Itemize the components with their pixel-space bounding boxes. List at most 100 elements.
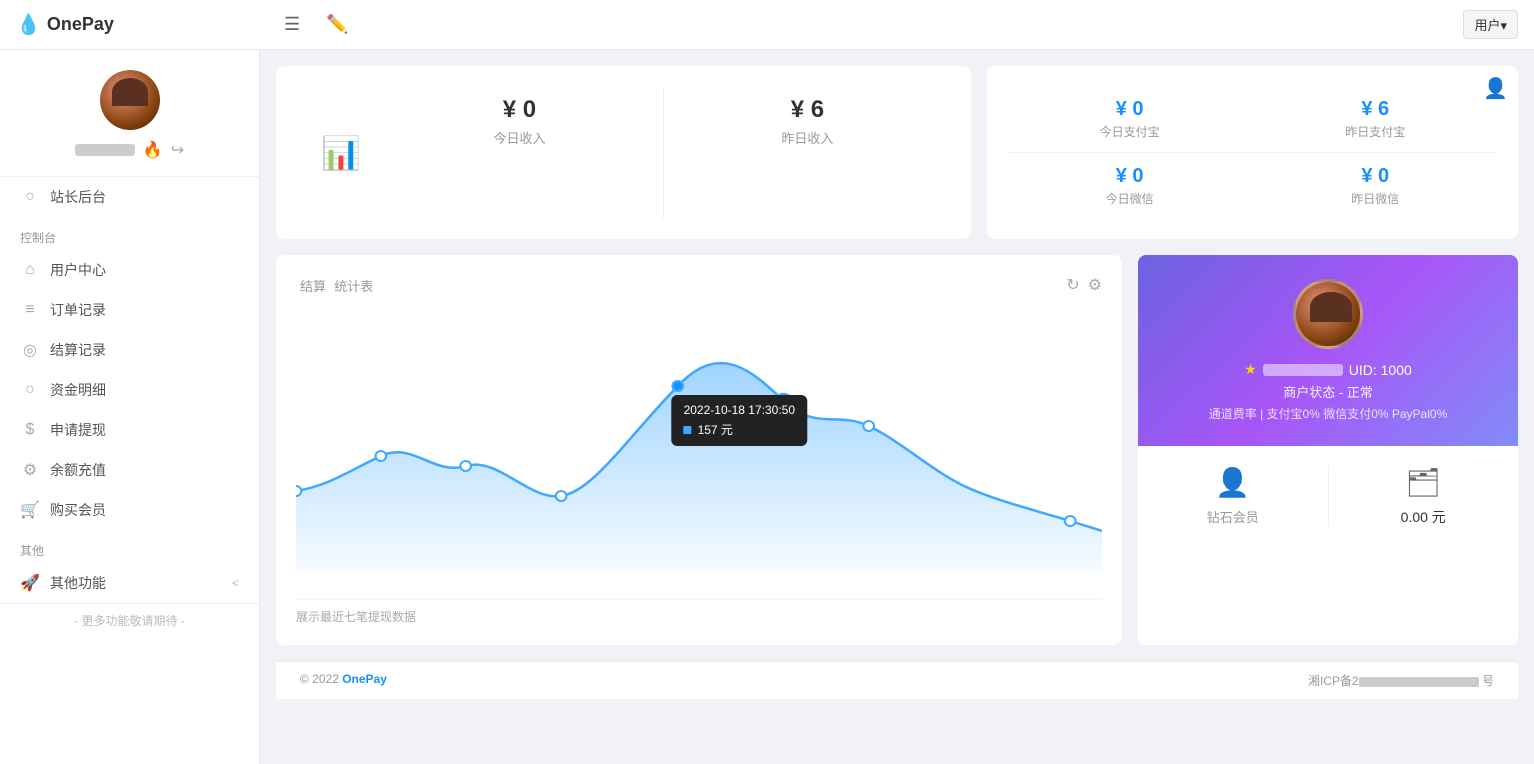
copyright-text: © 2022	[300, 672, 342, 686]
uid-text: UID: 1000	[1349, 362, 1412, 378]
sidebar-item-goumaichuanyuan[interactable]: 🛒 购买会员	[0, 490, 259, 530]
sidebar-item-dingdanjilu[interactable]: ≡ 订单记录	[0, 290, 259, 330]
stats-yesterday-alipay: ¥ 6 昨日支付宝	[1252, 86, 1498, 152]
user-card-body: 👤 钻石会员 🗂 0.00 元	[1138, 446, 1518, 547]
chevron-icon: <	[232, 576, 239, 590]
sidebar-item-label: 余额充值	[50, 460, 106, 480]
sidebar-item-zhanzhanghoutai[interactable]: ○ 站长后台	[0, 177, 259, 217]
today-alipay-label: 今日支付宝	[1019, 123, 1241, 140]
sidebar-section-other: 其他	[0, 530, 259, 563]
star-icon: ★	[1244, 361, 1257, 378]
yesterday-wechat-label: 昨日微信	[1264, 190, 1486, 207]
sidebar-item-label: 申请提现	[50, 420, 106, 440]
home-icon: ○	[20, 188, 40, 206]
chart-title: 结算 统计表	[296, 276, 373, 295]
user-profile-card: ★ UID: 1000 商户状态 - 正常 通道费率 | 支付宝0% 微信支付0…	[1138, 255, 1518, 645]
sidebar-item-qitagongneng[interactable]: 🚀 其他功能 <	[0, 563, 259, 603]
footer-copyright: © 2022 OnePay	[300, 672, 387, 689]
user-icon: ⌂	[20, 261, 40, 279]
sidebar-section-control: 控制台	[0, 217, 259, 250]
membership-icon: 👤	[1215, 466, 1250, 499]
stats-today-wechat: ¥ 0 今日微信	[1007, 153, 1253, 219]
stats-yesterday-income: ¥ 6 昨日收入	[664, 86, 951, 219]
sidebar-item-jiesuanjilu[interactable]: ◎ 结算记录	[0, 330, 259, 370]
stats-yesterday-wechat: ¥ 0 昨日微信	[1252, 153, 1498, 219]
sidebar-item-yonghuzhongxin[interactable]: ⌂ 用户中心	[0, 250, 259, 290]
cart-icon: 🛒	[20, 500, 40, 520]
yesterday-alipay-label: 昨日支付宝	[1264, 123, 1486, 140]
today-income-value: ¥ 0	[386, 96, 653, 124]
sidebar-item-label: 用户中心	[50, 260, 106, 280]
stats-today-income: ¥ 0 今日收入	[376, 86, 664, 219]
sidebar-user: 🔥 ↪	[0, 50, 259, 177]
list-icon: ≡	[20, 301, 40, 319]
settings-button[interactable]: ⚙	[1088, 275, 1102, 295]
sidebar-item-label: 订单记录	[50, 300, 106, 320]
footer: © 2022 OnePay 湘ICP备2 号	[276, 661, 1518, 699]
user-card-name: ★ UID: 1000	[1244, 361, 1412, 378]
chart-header: 结算 统计表 ↻ ⚙	[296, 275, 1102, 295]
chart-container: 2022-10-18 17:30:50 157 元	[296, 311, 1102, 591]
yesterday-income-label: 昨日收入	[674, 128, 941, 147]
sidebar-item-label: 结算记录	[50, 340, 106, 360]
check-icon: ◎	[20, 340, 40, 360]
yesterday-alipay-value: ¥ 6	[1264, 98, 1486, 121]
balance-value: 0.00 元	[1401, 507, 1446, 527]
topbar: 💧 OnePay ☰ ✏️ 用户▾	[0, 0, 1534, 50]
fire-icon[interactable]: 🔥	[143, 140, 163, 160]
chart-actions: ↻ ⚙	[1066, 275, 1102, 295]
user-card-membership: 👤 钻石会员	[1158, 466, 1308, 527]
sidebar-more-label: - 更多功能敬请期待 -	[0, 603, 259, 637]
refresh-button[interactable]: ↻	[1066, 275, 1079, 295]
user-card-avatar	[1293, 279, 1363, 349]
edit-button[interactable]: ✏️	[318, 10, 356, 39]
logo-icon: 💧	[16, 12, 41, 37]
chart-placeholder: 📊	[296, 86, 376, 219]
chart-svg	[296, 311, 1102, 571]
wallet-icon: ⚙	[20, 460, 40, 480]
topbar-right: 用户▾	[1463, 10, 1518, 39]
today-wechat-value: ¥ 0	[1019, 165, 1241, 188]
footer-icp: 湘ICP备2 号	[1308, 672, 1494, 689]
icp-prefix: 湘ICP备2	[1308, 674, 1359, 688]
stats-row: 📊 ¥ 0 今日收入 ¥ 6 昨日收入 👤 ¥ 0 今日支付宝	[276, 66, 1518, 239]
sidebar-item-label: 资金明细	[50, 380, 106, 400]
sidebar-item-zijinmingxi[interactable]: ○ 资金明细	[0, 370, 259, 410]
icp-number-blur	[1359, 677, 1479, 687]
person-icon: 👤	[1483, 76, 1508, 101]
yesterday-wechat-value: ¥ 0	[1264, 165, 1486, 188]
layout: 🔥 ↪ ○ 站长后台 控制台 ⌂ 用户中心 ≡ 订单记录 ◎ 结算记录 ○ 资金…	[0, 50, 1534, 764]
sidebar-item-shengqingticun[interactable]: $ 申请提现	[0, 410, 259, 450]
icp-suffix: 号	[1479, 674, 1494, 688]
logout-icon[interactable]: ↪	[171, 140, 184, 160]
topbar-actions: ☰ ✏️	[276, 10, 357, 39]
user-card-balance: 🗂 0.00 元	[1349, 466, 1499, 527]
sidebar-item-label: 站长后台	[50, 187, 106, 207]
stats-today-alipay: ¥ 0 今日支付宝	[1007, 86, 1253, 152]
user-dropdown[interactable]: 用户▾	[1463, 10, 1518, 39]
user-card-rate: 通道费率 | 支付宝0% 微信支付0% PayPal0%	[1209, 405, 1448, 422]
menu-button[interactable]: ☰	[276, 10, 308, 39]
stats-card-income: 📊 ¥ 0 今日收入 ¥ 6 昨日收入	[276, 66, 971, 239]
user-card-header: ★ UID: 1000 商户状态 - 正常 通道费率 | 支付宝0% 微信支付0…	[1138, 255, 1518, 446]
membership-label: 钻石会员	[1207, 507, 1259, 526]
main-content: 📊 ¥ 0 今日收入 ¥ 6 昨日收入 👤 ¥ 0 今日支付宝	[260, 50, 1534, 764]
username-blur	[75, 144, 135, 156]
rocket-icon: 🚀	[20, 573, 40, 593]
wallet-card-icon: 🗂	[1405, 466, 1441, 499]
today-wechat-label: 今日微信	[1019, 190, 1241, 207]
chart-subtitle-text: 统计表	[334, 279, 373, 294]
app-name: OnePay	[47, 14, 114, 35]
logo: 💧 OnePay	[16, 12, 276, 37]
sidebar: 🔥 ↪ ○ 站长后台 控制台 ⌂ 用户中心 ≡ 订单记录 ◎ 结算记录 ○ 资金…	[0, 50, 260, 764]
user-card-divider	[1328, 466, 1329, 527]
stats-row-wechat: ¥ 0 今日微信 ¥ 0 昨日微信	[1007, 153, 1498, 219]
sidebar-item-yuerchongzhi[interactable]: ⚙ 余额充值	[0, 450, 259, 490]
user-card-status: 商户状态 - 正常	[1283, 382, 1373, 401]
stats-row-alipay: ¥ 0 今日支付宝 ¥ 6 昨日支付宝	[1007, 86, 1498, 152]
stats-card-channels: 👤 ¥ 0 今日支付宝 ¥ 6 昨日支付宝 ¥ 0 今日微信	[987, 66, 1518, 239]
chart-footer: 展示最近七笔提现数据	[296, 599, 1102, 625]
username-display-blur	[1263, 364, 1343, 376]
footer-brand: OnePay	[342, 672, 387, 686]
yesterday-income-value: ¥ 6	[674, 96, 941, 124]
